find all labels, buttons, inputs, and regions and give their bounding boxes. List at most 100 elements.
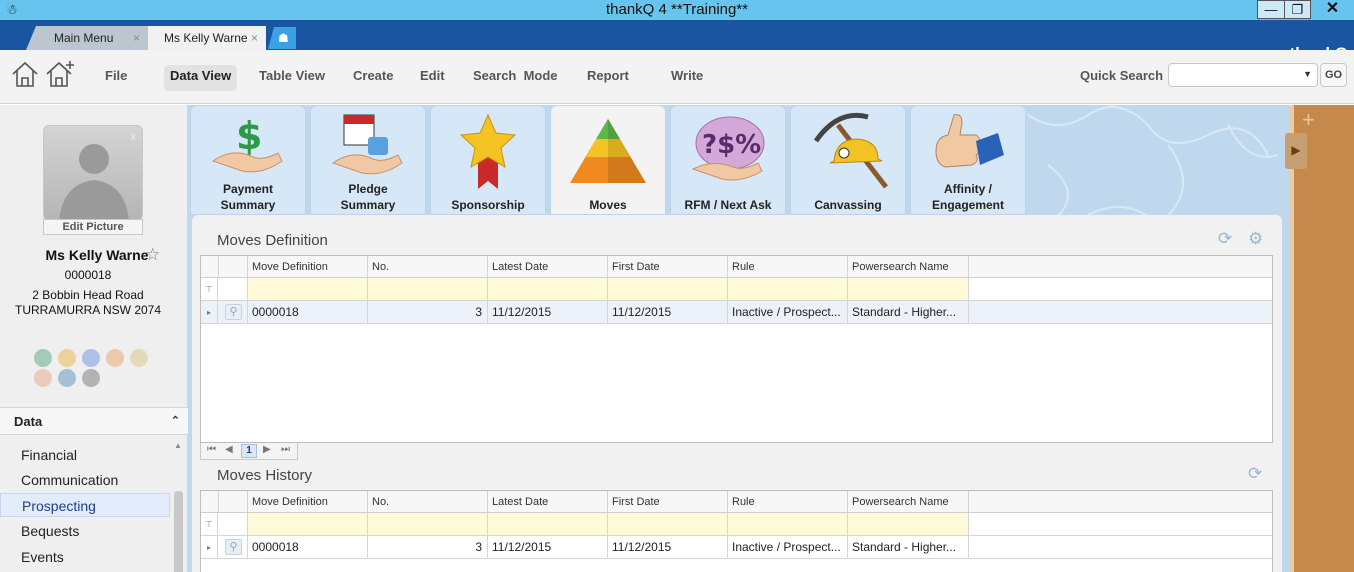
nav-item-bequests[interactable]: Bequests [0,519,170,543]
data-section-header[interactable]: Data ⌃ [0,407,188,435]
dropdown-arrow-icon[interactable]: ▼ [1303,69,1312,79]
tile-rfm-next-ask[interactable]: ?$% RFM / Next Ask [670,105,786,215]
menu-edit[interactable]: Edit [414,65,451,91]
nav-item-events[interactable]: Events [0,545,170,569]
menu-data-view[interactable]: Data View [164,65,238,91]
filter-latest-date[interactable] [488,513,608,535]
col-rule[interactable]: Rule [728,256,848,277]
page-number[interactable]: 1 [241,444,257,458]
refresh-icon[interactable]: ⟳ [1218,229,1232,249]
row-indicator-icon[interactable]: ▸ [201,301,218,323]
menu-report[interactable]: Report [581,65,635,91]
scrollbar-thumb[interactable] [174,491,183,572]
gear-icon[interactable]: ⚙ [1248,229,1263,249]
menu-search-mode[interactable]: Search Mode [467,65,564,91]
home-add-button[interactable] [44,59,78,89]
affinity-indicator-icon [130,349,148,367]
last-page-icon[interactable]: ⏭ [281,444,290,455]
affinity-icon [935,114,1004,168]
menu-write[interactable]: Write [665,65,709,91]
corkboard-toggle[interactable]: ▶ [1285,133,1307,169]
filter-powersearch-name[interactable] [848,513,969,535]
cell-latest-date[interactable]: 11/12/2015 [488,301,608,323]
col-powersearch-name[interactable]: Powersearch Name [848,256,969,277]
favourite-star-icon[interactable]: ☆ [145,245,160,265]
row-indicator-icon[interactable]: ▸ [201,536,218,558]
menu-table-view[interactable]: Table View [253,65,331,91]
cell-no[interactable]: 3 [368,536,488,558]
refresh-icon[interactable]: ⟳ [1248,464,1262,484]
filter-powersearch-name[interactable] [848,278,969,300]
tab-ms-kelly-warne[interactable]: Ms Kelly Warne × [148,26,266,50]
nav-item-financial[interactable]: Financial [0,443,170,467]
cell-latest-date[interactable]: 11/12/2015 [488,536,608,558]
payment-summary-icon: $ [211,114,283,173]
row-search-button[interactable]: ⚲ [219,536,248,558]
cell-move-definition[interactable]: 0000018 [248,536,368,558]
col-latest-date[interactable]: Latest Date [488,491,608,512]
pledge-indicator-icon [34,369,52,387]
col-move-definition[interactable]: Move Definition [248,256,368,277]
tab-close-icon[interactable]: × [133,26,140,50]
plus-icon[interactable]: + [1302,107,1315,133]
filter-move-definition[interactable] [248,513,368,535]
col-first-date[interactable]: First Date [608,256,728,277]
col-move-definition[interactable]: Move Definition [248,491,368,512]
cell-rule[interactable]: Inactive / Prospect... [728,536,848,558]
filter-latest-date[interactable] [488,278,608,300]
tile-sponsorship[interactable]: Sponsorship [430,105,546,215]
next-page-icon[interactable]: ▶ [263,444,271,455]
col-no[interactable]: No. [368,256,488,277]
tab-close-icon[interactable]: × [251,26,258,50]
cell-powersearch-name[interactable]: Standard - Higher... [848,301,969,323]
tile-moves[interactable]: Moves [550,105,666,215]
menu-create[interactable]: Create [347,65,399,91]
edit-picture-button[interactable]: Edit Picture [43,219,143,235]
quick-search-select[interactable]: ▼ [1168,63,1318,87]
filter-no[interactable] [368,278,488,300]
table-row[interactable]: ▸ ⚲ 0000018 3 11/12/2015 11/12/2015 Inac… [201,301,1272,324]
col-rule[interactable]: Rule [728,491,848,512]
filter-no[interactable] [368,513,488,535]
col-powersearch-name[interactable]: Powersearch Name [848,491,969,512]
nav-item-prospecting[interactable]: Prospecting [0,493,170,517]
tile-label: Canvassing [814,198,882,212]
header-select-cell [201,256,219,277]
filter-move-definition[interactable] [248,278,368,300]
nav-item-communication[interactable]: Communication [0,468,170,492]
tile-label: Pledge Summary [340,182,396,212]
tab-main-menu[interactable]: Main Menu × [26,26,148,50]
scroll-up-icon[interactable]: ▲ [174,441,182,450]
home-button[interactable] [8,59,42,89]
filter-first-date[interactable] [608,513,728,535]
first-page-icon[interactable]: ⏮ [207,444,216,455]
quick-search-go-button[interactable]: GO [1320,63,1347,87]
cell-first-date[interactable]: 11/12/2015 [608,301,728,323]
maximize-button[interactable]: ❐ [1285,0,1311,19]
tile-canvassing[interactable]: Canvassing [790,105,906,215]
filter-first-date[interactable] [608,278,728,300]
close-window-button[interactable]: ✕ [1311,0,1354,19]
tile-payment-summary[interactable]: $ Payment Summary [190,105,306,215]
table-row[interactable]: ▸ ⚲ 0000018 3 11/12/2015 11/12/2015 Inac… [201,536,1272,559]
nav-scrollbar[interactable]: ▲ [174,441,184,572]
cell-rule[interactable]: Inactive / Prospect... [728,301,848,323]
chevron-up-icon[interactable]: ⌃ [171,414,180,427]
col-first-date[interactable]: First Date [608,491,728,512]
remove-picture-icon[interactable]: x [131,131,137,143]
cell-first-date[interactable]: 11/12/2015 [608,536,728,558]
prev-page-icon[interactable]: ◀ [225,444,233,455]
cell-powersearch-name[interactable]: Standard - Higher... [848,536,969,558]
cell-move-definition[interactable]: 0000018 [248,301,368,323]
filter-rule[interactable] [728,513,848,535]
menu-file[interactable]: File [99,65,133,91]
minimize-button[interactable]: — [1257,0,1285,19]
cell-no[interactable]: 3 [368,301,488,323]
tile-pledge-summary[interactable]: Pledge Summary [310,105,426,215]
tile-affinity-engagement[interactable]: Affinity / Engagement [910,105,1026,215]
col-no[interactable]: No. [368,491,488,512]
row-search-button[interactable]: ⚲ [219,301,248,323]
col-latest-date[interactable]: Latest Date [488,256,608,277]
contact-id: 0000018 [64,268,112,282]
filter-rule[interactable] [728,278,848,300]
